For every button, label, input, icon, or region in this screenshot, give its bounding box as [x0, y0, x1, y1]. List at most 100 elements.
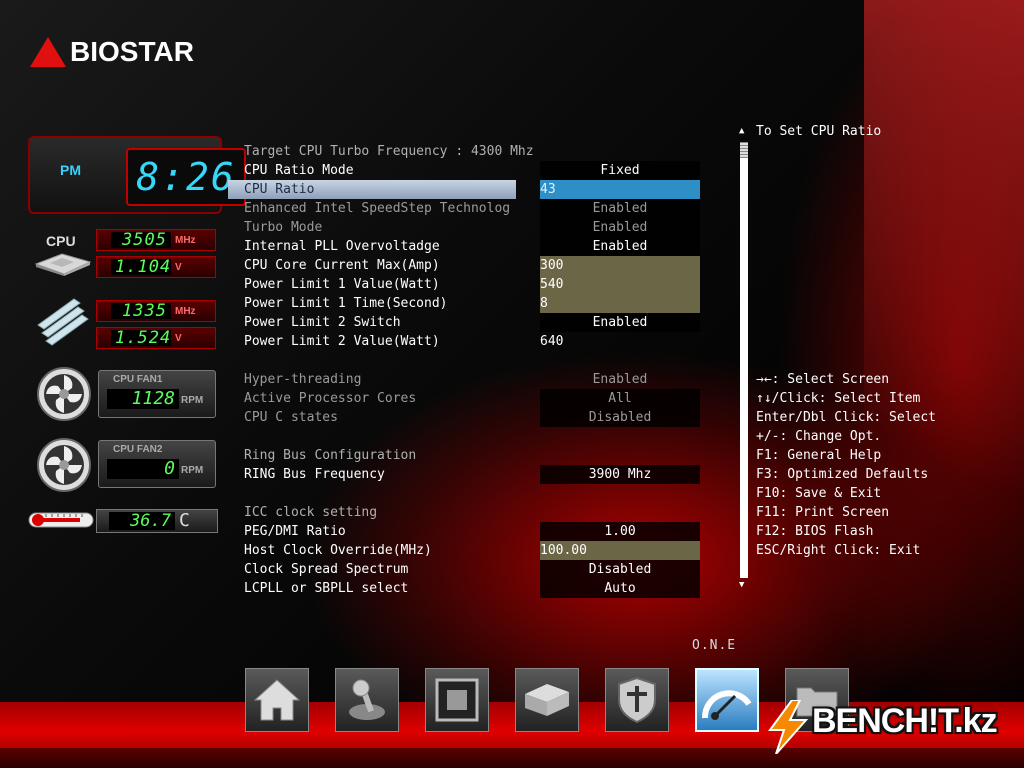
help-key-line: F3: Optimized Defaults — [756, 467, 929, 482]
setting-label: Clock Spread Spectrum — [244, 562, 409, 577]
setting-value[interactable]: 640 — [540, 332, 700, 351]
setting-value[interactable]: 8 — [540, 294, 700, 313]
setting-value[interactable]: Enabled — [540, 199, 700, 218]
setting-row-lcpll-sbpll[interactable]: LCPLL or SBPLL select Auto — [228, 579, 700, 598]
brand-name: BIOSTAR — [70, 36, 194, 67]
setting-row-target-turbo: Target CPU Turbo Frequency : 4300 Mhz — [228, 142, 700, 161]
memory-voltage-value: 1.524 — [111, 330, 171, 347]
fan2-icon — [37, 438, 91, 492]
setting-row-ring-bus-frequency[interactable]: RING Bus Frequency 3900 Mhz — [228, 465, 700, 484]
temperature-value: 36.7 — [109, 512, 175, 530]
setting-row-power-limit-2-switch[interactable]: Power Limit 2 Switch Enabled — [228, 313, 700, 332]
cpu-frequency-gauge: 3505 MHz — [96, 229, 216, 251]
help-keys: →←: Select Screen ↑↓/Click: Select Item … — [756, 370, 936, 560]
biostar-logo-icon — [30, 37, 66, 67]
fan2-value: 0 — [107, 459, 179, 479]
active-tab-label: O.N.E — [692, 638, 737, 653]
watermark-text: BENCH!T.kz — [812, 702, 998, 740]
setting-value[interactable]: Disabled — [540, 560, 700, 579]
setting-row-host-clock-override[interactable]: Host Clock Override(MHz) 100.00 — [228, 541, 700, 560]
setting-value[interactable]: Disabled — [540, 408, 700, 427]
setting-value[interactable]: 3900 Mhz — [540, 465, 700, 484]
scroll-up-arrow-icon[interactable]: ▲ — [739, 126, 744, 136]
setting-row-speedstep[interactable]: Enhanced Intel SpeedStep Technolog Enabl… — [228, 199, 700, 218]
setting-label: Power Limit 1 Time(Second) — [244, 296, 448, 311]
section-ring-bus: Ring Bus Configuration — [228, 446, 700, 465]
setting-label: PEG/DMI Ratio — [244, 524, 346, 539]
setting-value[interactable]: Enabled — [540, 313, 700, 332]
setting-row-active-cores[interactable]: Active Processor Cores All — [228, 389, 700, 408]
help-key-line: Enter/Dbl Click: Select — [756, 410, 937, 425]
nav-security[interactable] — [605, 668, 669, 732]
setting-label: Host Clock Override(MHz) — [244, 543, 432, 558]
setting-value[interactable]: All — [540, 389, 700, 408]
help-key-line: F12: BIOS Flash — [756, 524, 874, 539]
cpu-voltage-gauge: 1.104 V — [96, 256, 216, 278]
scrollbar-track[interactable] — [740, 142, 748, 578]
setting-value[interactable]: Auto — [540, 579, 700, 598]
fan1-icon — [37, 367, 91, 421]
memory-frequency-gauge: 1335 MHz — [96, 300, 216, 322]
temperature-panel: 36.7 C — [96, 509, 218, 533]
setting-label: Turbo Mode — [244, 220, 323, 235]
setting-value[interactable]: 540 — [540, 275, 700, 294]
setting-row-turbo-mode[interactable]: Turbo Mode Enabled — [228, 218, 700, 237]
fan2-panel: CPU FAN2 0 RPM — [98, 440, 216, 488]
setting-row-cpu-ratio-mode[interactable]: CPU Ratio Mode Fixed — [228, 161, 700, 180]
cpu-chip-icon — [34, 253, 92, 276]
help-key-line: F1: General Help — [756, 448, 882, 463]
fan1-unit: RPM — [181, 395, 204, 406]
cpu-voltage-unit: V — [175, 261, 182, 273]
setting-label: Internal PLL Overvoltadge — [244, 239, 440, 254]
setting-row-c-states[interactable]: CPU C states Disabled — [228, 408, 700, 427]
cpu-frequency-value: 3505 — [111, 232, 171, 249]
nav-one[interactable] — [695, 668, 759, 732]
fan2-unit: RPM — [181, 465, 204, 476]
setting-value[interactable]: Enabled — [540, 237, 700, 256]
temperature-unit: C — [179, 510, 190, 531]
setting-row-power-limit-2-value[interactable]: Power Limit 2 Value(Watt) 640 — [228, 332, 700, 351]
setting-row-peg-dmi-ratio[interactable]: PEG/DMI Ratio 1.00 — [228, 522, 700, 541]
setting-row-hyper-threading[interactable]: Hyper-threading Enabled — [228, 370, 700, 389]
setting-value[interactable]: Enabled — [540, 218, 700, 237]
setting-label: RING Bus Frequency — [244, 467, 385, 482]
help-key-line: +/-: Change Opt. — [756, 429, 882, 444]
scrollbar-thumb[interactable] — [740, 142, 748, 158]
setting-value[interactable]: Enabled — [540, 370, 700, 389]
nav-main[interactable] — [245, 668, 309, 732]
section-title: ICC clock setting — [244, 505, 378, 520]
scroll-down-arrow-icon[interactable]: ▼ — [739, 580, 744, 590]
memory-frequency-value: 1335 — [111, 303, 171, 320]
clock-panel: PM 8:26 — [28, 136, 246, 214]
thermometer-icon — [28, 512, 94, 528]
setting-row-cpu-ratio[interactable]: CPU Ratio 43 — [228, 180, 700, 199]
section-title: Ring Bus Configuration — [244, 448, 417, 463]
setting-label: Hyper-threading — [244, 372, 362, 387]
setting-value[interactable]: Fixed — [540, 161, 700, 180]
brand-logo: BIOSTAR — [30, 34, 194, 70]
memory-voltage-gauge: 1.524 V — [96, 327, 216, 349]
nav-chipset[interactable] — [425, 668, 489, 732]
setting-value[interactable]: 100.00 — [540, 541, 700, 560]
setting-label: Power Limit 1 Value(Watt) — [244, 277, 440, 292]
chipset-icon — [435, 678, 479, 722]
setting-row-power-limit-1-value[interactable]: Power Limit 1 Value(Watt) 540 — [228, 275, 700, 294]
memory-voltage-unit: V — [175, 332, 182, 344]
setting-value[interactable]: 1.00 — [540, 522, 700, 541]
setting-row-internal-pll[interactable]: Internal PLL Overvoltadge Enabled — [228, 237, 700, 256]
setting-value[interactable]: 43 — [540, 180, 700, 199]
help-key-line: F10: Save & Exit — [756, 486, 882, 501]
setting-label: LCPLL or SBPLL select — [244, 581, 409, 596]
setting-label: Enhanced Intel SpeedStep Technolog — [244, 201, 511, 216]
setting-row-spread-spectrum[interactable]: Clock Spread Spectrum Disabled — [228, 560, 700, 579]
setting-value[interactable]: 300 — [540, 256, 700, 275]
fan1-value: 1128 — [107, 389, 179, 409]
fan2-name: CPU FAN2 — [113, 444, 163, 455]
setting-row-power-limit-1-time[interactable]: Power Limit 1 Time(Second) 8 — [228, 294, 700, 313]
nav-advanced[interactable] — [335, 668, 399, 732]
nav-boot[interactable] — [515, 668, 579, 732]
joystick-icon — [349, 679, 385, 720]
setting-row-core-current-max[interactable]: CPU Core Current Max(Amp) 300 — [228, 256, 700, 275]
setting-label: CPU C states — [244, 410, 338, 425]
help-key-line: →←: Select Screen — [756, 372, 890, 387]
